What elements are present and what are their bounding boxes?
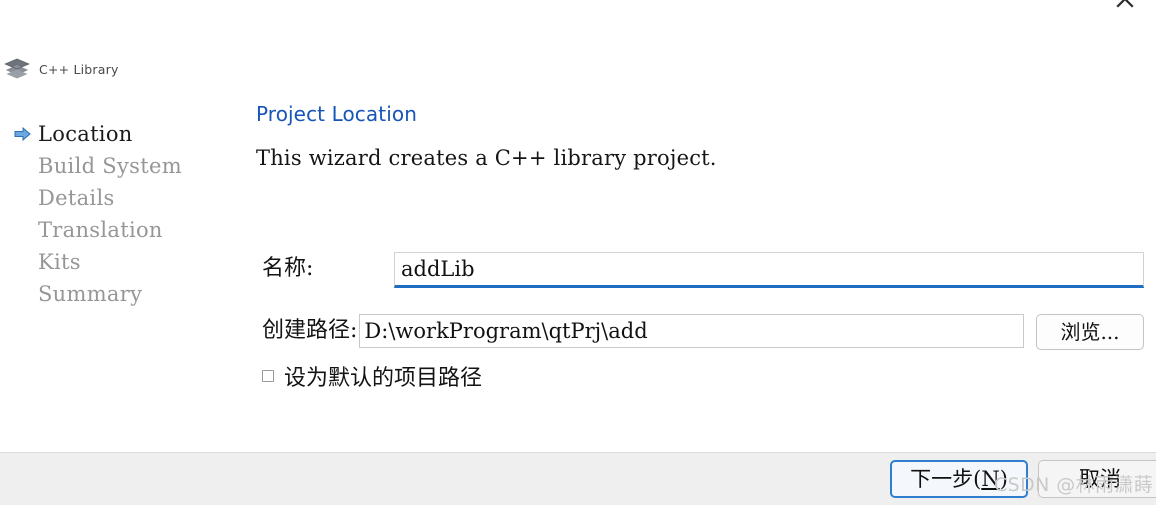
sidebar-item-details[interactable]: Details [0,182,236,214]
next-button[interactable]: 下一步(N) [890,460,1028,498]
project-location-form: 名称: 创建路径: 浏览... 设为默认的项目路径 [262,252,1144,392]
project-name-input[interactable] [394,252,1144,288]
default-path-label[interactable]: 设为默认的项目路径 [284,360,482,392]
project-path-input[interactable] [359,314,1024,348]
sidebar-item-label: Details [38,186,115,210]
name-label: 名称: [262,256,314,281]
next-button-accelerator: N [981,467,1000,491]
next-button-prefix: 下一步( [910,467,982,491]
footer-bar: 下一步(N) 取消 [0,453,1156,505]
wizard-header-label: C++ Library [39,61,119,77]
wizard-dialog: C++ Library Location Build System Detail… [0,0,1156,505]
sidebar-item-label: Build System [38,154,182,178]
wizard-header: C++ Library [0,58,119,80]
sidebar-item-label: Translation [38,218,163,242]
path-row: 创建路径: 浏览... [262,314,1144,350]
page-title: Project Location [256,102,417,126]
close-icon[interactable] [1112,0,1138,12]
page-description: This wizard creates a C++ library projec… [256,146,717,170]
sidebar-item-label: Location [38,122,133,146]
current-step-arrow-icon [14,127,31,141]
sidebar-item-label: Summary [38,282,143,306]
name-row: 名称: [262,252,1144,288]
sidebar-item-build-system[interactable]: Build System [0,150,236,182]
next-button-suffix: ) [999,467,1008,491]
sidebar-item-location[interactable]: Location [0,118,236,150]
cancel-button[interactable]: 取消 [1038,460,1156,498]
default-path-checkbox[interactable] [262,370,274,382]
sidebar-step-list: Location Build System Details Translatio… [0,118,236,310]
default-path-row: 设为默认的项目路径 [262,360,1144,392]
sidebar-item-kits[interactable]: Kits [0,246,236,278]
title-bar [0,0,1156,16]
browse-button[interactable]: 浏览... [1036,314,1144,350]
library-stack-icon [4,58,30,80]
sidebar-item-label: Kits [38,250,81,274]
content-pane: Project Location This wizard creates a C… [256,104,1142,170]
footer-button-group: 下一步(N) 取消 [890,460,1156,498]
path-label: 创建路径: [262,318,358,343]
sidebar-item-summary[interactable]: Summary [0,278,236,310]
sidebar-item-translation[interactable]: Translation [0,214,236,246]
